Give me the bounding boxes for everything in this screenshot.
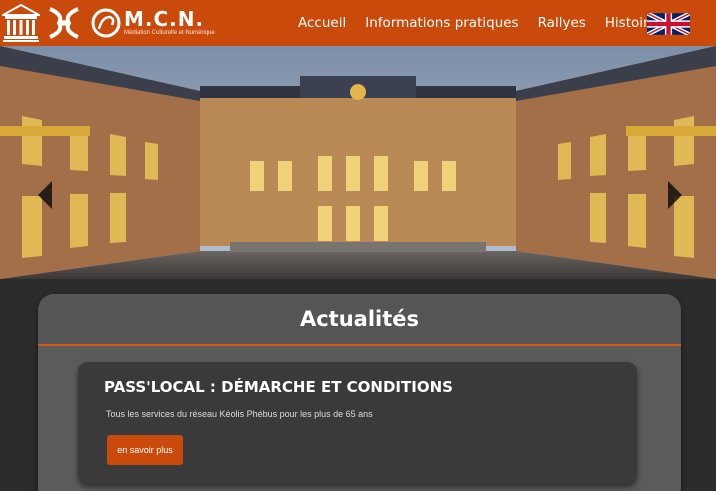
hero-carousel: [0, 46, 716, 279]
palace-photo: [0, 46, 716, 279]
chevron-left-icon[interactable]: [38, 181, 52, 209]
news-header: Actualités: [38, 294, 681, 346]
news-panel: Actualités PASS'LOCAL : DÉMARCHE ET COND…: [38, 294, 681, 491]
unesco-logo-icon: [2, 3, 40, 42]
chevron-right-icon[interactable]: [668, 181, 682, 209]
logo-text: M.C.N. Médiation Culturelle et Numérique: [124, 9, 215, 37]
uk-flag-icon[interactable]: [647, 13, 690, 35]
mcn-circle-icon: [91, 8, 121, 38]
nav-accueil[interactable]: Accueil: [298, 15, 346, 31]
news-card-title: PASS'LOCAL : DÉMARCHE ET CONDITIONS: [104, 378, 453, 396]
cross-emblem-icon: [49, 7, 79, 39]
news-card-description: Tous les services du réseau Kéolis Phébu…: [106, 409, 373, 419]
main-nav: Accueil Informations pratiques Rallyes H…: [298, 0, 676, 46]
news-title: Actualités: [299, 307, 420, 331]
news-card: PASS'LOCAL : DÉMARCHE ET CONDITIONS Tous…: [78, 362, 637, 484]
logo-title: M.C.N.: [124, 7, 205, 31]
logo-area[interactable]: M.C.N. Médiation Culturelle et Numérique: [2, 3, 215, 43]
top-navbar: M.C.N. Médiation Culturelle et Numérique…: [0, 0, 716, 46]
logo-subtitle: Médiation Culturelle et Numérique: [124, 30, 215, 36]
nav-rallyes[interactable]: Rallyes: [538, 15, 586, 31]
nav-informations-pratiques[interactable]: Informations pratiques: [365, 15, 518, 31]
read-more-button[interactable]: en savoir plus: [107, 435, 183, 465]
